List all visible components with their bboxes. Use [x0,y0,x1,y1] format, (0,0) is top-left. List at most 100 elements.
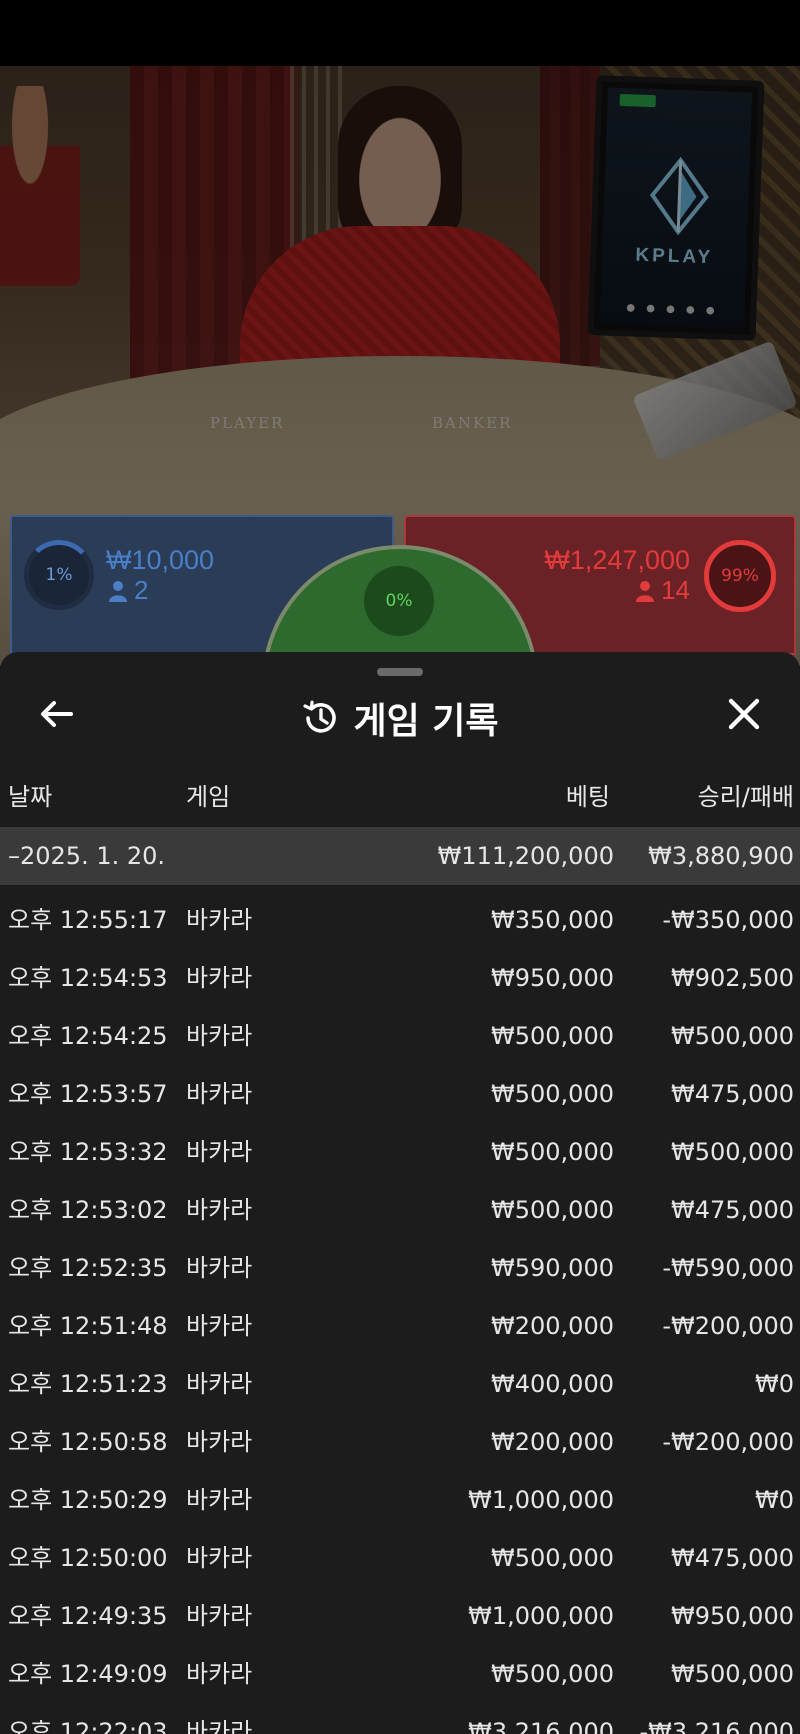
drag-handle[interactable] [377,668,423,676]
row-result: ₩500,000 [671,1660,794,1688]
table-row[interactable]: 오후 12:50:29 바카라 ₩1,000,000 ₩0 [0,1471,800,1529]
table-row[interactable]: 오후 12:53:02 바카라 ₩500,000 ₩475,000 [0,1181,800,1239]
row-game: 바카라 [186,1312,253,1340]
column-header-bet: 베팅 [565,783,610,811]
player-count: 2 [108,575,148,606]
table-row[interactable]: 오후 12:55:17 바카라 ₩350,000 -₩350,000 [0,891,800,949]
row-game: 바카라 [186,1196,253,1224]
column-header-date: 날짜 [8,783,53,811]
row-bet: ₩1,000,000 [468,1486,614,1514]
table-row[interactable]: 오후 12:54:53 바카라 ₩950,000 ₩902,500 [0,949,800,1007]
close-button[interactable] [720,690,768,738]
row-bet: ₩3,216,000 [468,1718,614,1734]
row-game: 바카라 [186,1428,253,1456]
row-result: ₩475,000 [671,1544,794,1572]
history-clock-icon [303,700,337,733]
row-bet: ₩590,000 [491,1254,614,1282]
row-time: 오후 12:49:35 [8,1602,168,1630]
date-group-bet-total: ₩111,200,000 [437,842,614,870]
row-time: 오후 12:51:48 [8,1312,168,1340]
row-result: ₩902,500 [671,964,794,992]
table-row[interactable]: 오후 12:49:09 바카라 ₩500,000 ₩500,000 [0,1645,800,1703]
user-icon [109,580,127,602]
row-result: ₩950,000 [671,1602,794,1630]
row-time: 오후 12:53:02 [8,1196,168,1224]
row-game: 바카라 [186,964,253,992]
row-bet: ₩500,000 [491,1138,614,1166]
table-row[interactable]: 오후 12:49:35 바카라 ₩1,000,000 ₩950,000 [0,1587,800,1645]
row-time: 오후 12:55:17 [8,906,168,934]
close-icon [728,698,760,730]
row-game: 바카라 [186,1080,253,1108]
date-group-date: –2025. 1. 20. [8,842,166,870]
row-result: -₩350,000 [662,906,794,934]
row-result: ₩500,000 [671,1022,794,1050]
banker-percent: 99% [721,566,759,586]
row-game: 바카라 [186,906,253,934]
row-result: ₩0 [755,1486,794,1514]
date-group-result-total: ₩3,880,900 [648,842,794,870]
player-percent-ring: 1% [24,540,94,610]
player-bet-amount: ₩10,000 [106,545,215,575]
row-time: 오후 12:54:25 [8,1022,168,1050]
row-bet: ₩350,000 [491,906,614,934]
row-time: 오후 12:50:00 [8,1544,168,1572]
row-game: 바카라 [186,1718,253,1734]
row-result: ₩0 [755,1370,794,1398]
table-row[interactable]: 오후 12:53:32 바카라 ₩500,000 ₩500,000 [0,1123,800,1181]
banker-count: 14 [635,575,690,606]
row-game: 바카라 [186,1254,253,1282]
row-bet: ₩1,000,000 [468,1602,614,1630]
row-result: -₩3,216,000 [639,1718,794,1734]
row-bet: ₩500,000 [491,1080,614,1108]
table-row[interactable]: 오후 12:50:00 바카라 ₩500,000 ₩475,000 [0,1529,800,1587]
table-row[interactable]: 오후 12:52:35 바카라 ₩590,000 -₩590,000 [0,1239,800,1297]
row-bet: ₩500,000 [491,1022,614,1050]
row-bet: ₩200,000 [491,1428,614,1456]
tie-percent: 0% [385,591,413,611]
row-time: 오후 12:22:03 [8,1718,168,1734]
user-icon [636,580,655,602]
row-bet: ₩950,000 [491,964,614,992]
sheet-header: 게임 기록 [0,692,800,744]
row-game: 바카라 [186,1022,253,1050]
row-game: 바카라 [186,1544,253,1572]
row-time: 오후 12:50:58 [8,1428,168,1456]
date-group-row[interactable]: –2025. 1. 20. ₩111,200,000 ₩3,880,900 [0,827,800,885]
table-row[interactable]: 오후 12:50:58 바카라 ₩200,000 -₩200,000 [0,1413,800,1471]
banker-count-value: 14 [661,575,690,605]
row-result: ₩475,000 [671,1080,794,1108]
page-title: 게임 기록 [353,701,499,742]
table-row[interactable]: 오후 12:51:23 바카라 ₩400,000 ₩0 [0,1355,800,1413]
table-row[interactable]: 오후 12:22:03 바카라 ₩3,216,000 -₩3,216,000 [0,1703,800,1734]
row-game: 바카라 [186,1660,253,1688]
row-time: 오후 12:53:57 [8,1080,168,1108]
row-time: 오후 12:51:23 [8,1370,168,1398]
row-bet: ₩400,000 [491,1370,614,1398]
status-bar [0,0,800,66]
column-header-game: 게임 [186,783,231,811]
table-row[interactable]: 오후 12:53:57 바카라 ₩500,000 ₩475,000 [0,1065,800,1123]
banker-percent-ring: 99% [704,540,776,612]
player-count-value: 2 [134,575,149,605]
row-time: 오후 12:53:32 [8,1138,168,1166]
row-game: 바카라 [186,1486,253,1514]
row-game: 바카라 [186,1602,253,1630]
row-time: 오후 12:54:53 [8,964,168,992]
row-game: 바카라 [186,1138,253,1166]
row-time: 오후 12:49:09 [8,1660,168,1688]
row-time: 오후 12:50:29 [8,1486,168,1514]
table-row[interactable]: 오후 12:51:48 바카라 ₩200,000 -₩200,000 [0,1297,800,1355]
game-history-sheet: 게임 기록 날짜 게임 베팅 승리/패배 –2025. 1. 20. ₩111,… [0,652,800,1734]
row-bet: ₩200,000 [491,1312,614,1340]
row-bet: ₩500,000 [491,1544,614,1572]
player-percent: 1% [45,565,73,585]
row-result: -₩590,000 [662,1254,794,1282]
banker-bet-amount: ₩1,247,000 [544,545,690,575]
table-row[interactable]: 오후 12:54:25 바카라 ₩500,000 ₩500,000 [0,1007,800,1065]
row-bet: ₩500,000 [491,1660,614,1688]
row-time: 오후 12:52:35 [8,1254,168,1282]
tie-percent-ring: 0% [364,566,434,636]
row-result: -₩200,000 [662,1428,794,1456]
row-result: -₩200,000 [662,1312,794,1340]
